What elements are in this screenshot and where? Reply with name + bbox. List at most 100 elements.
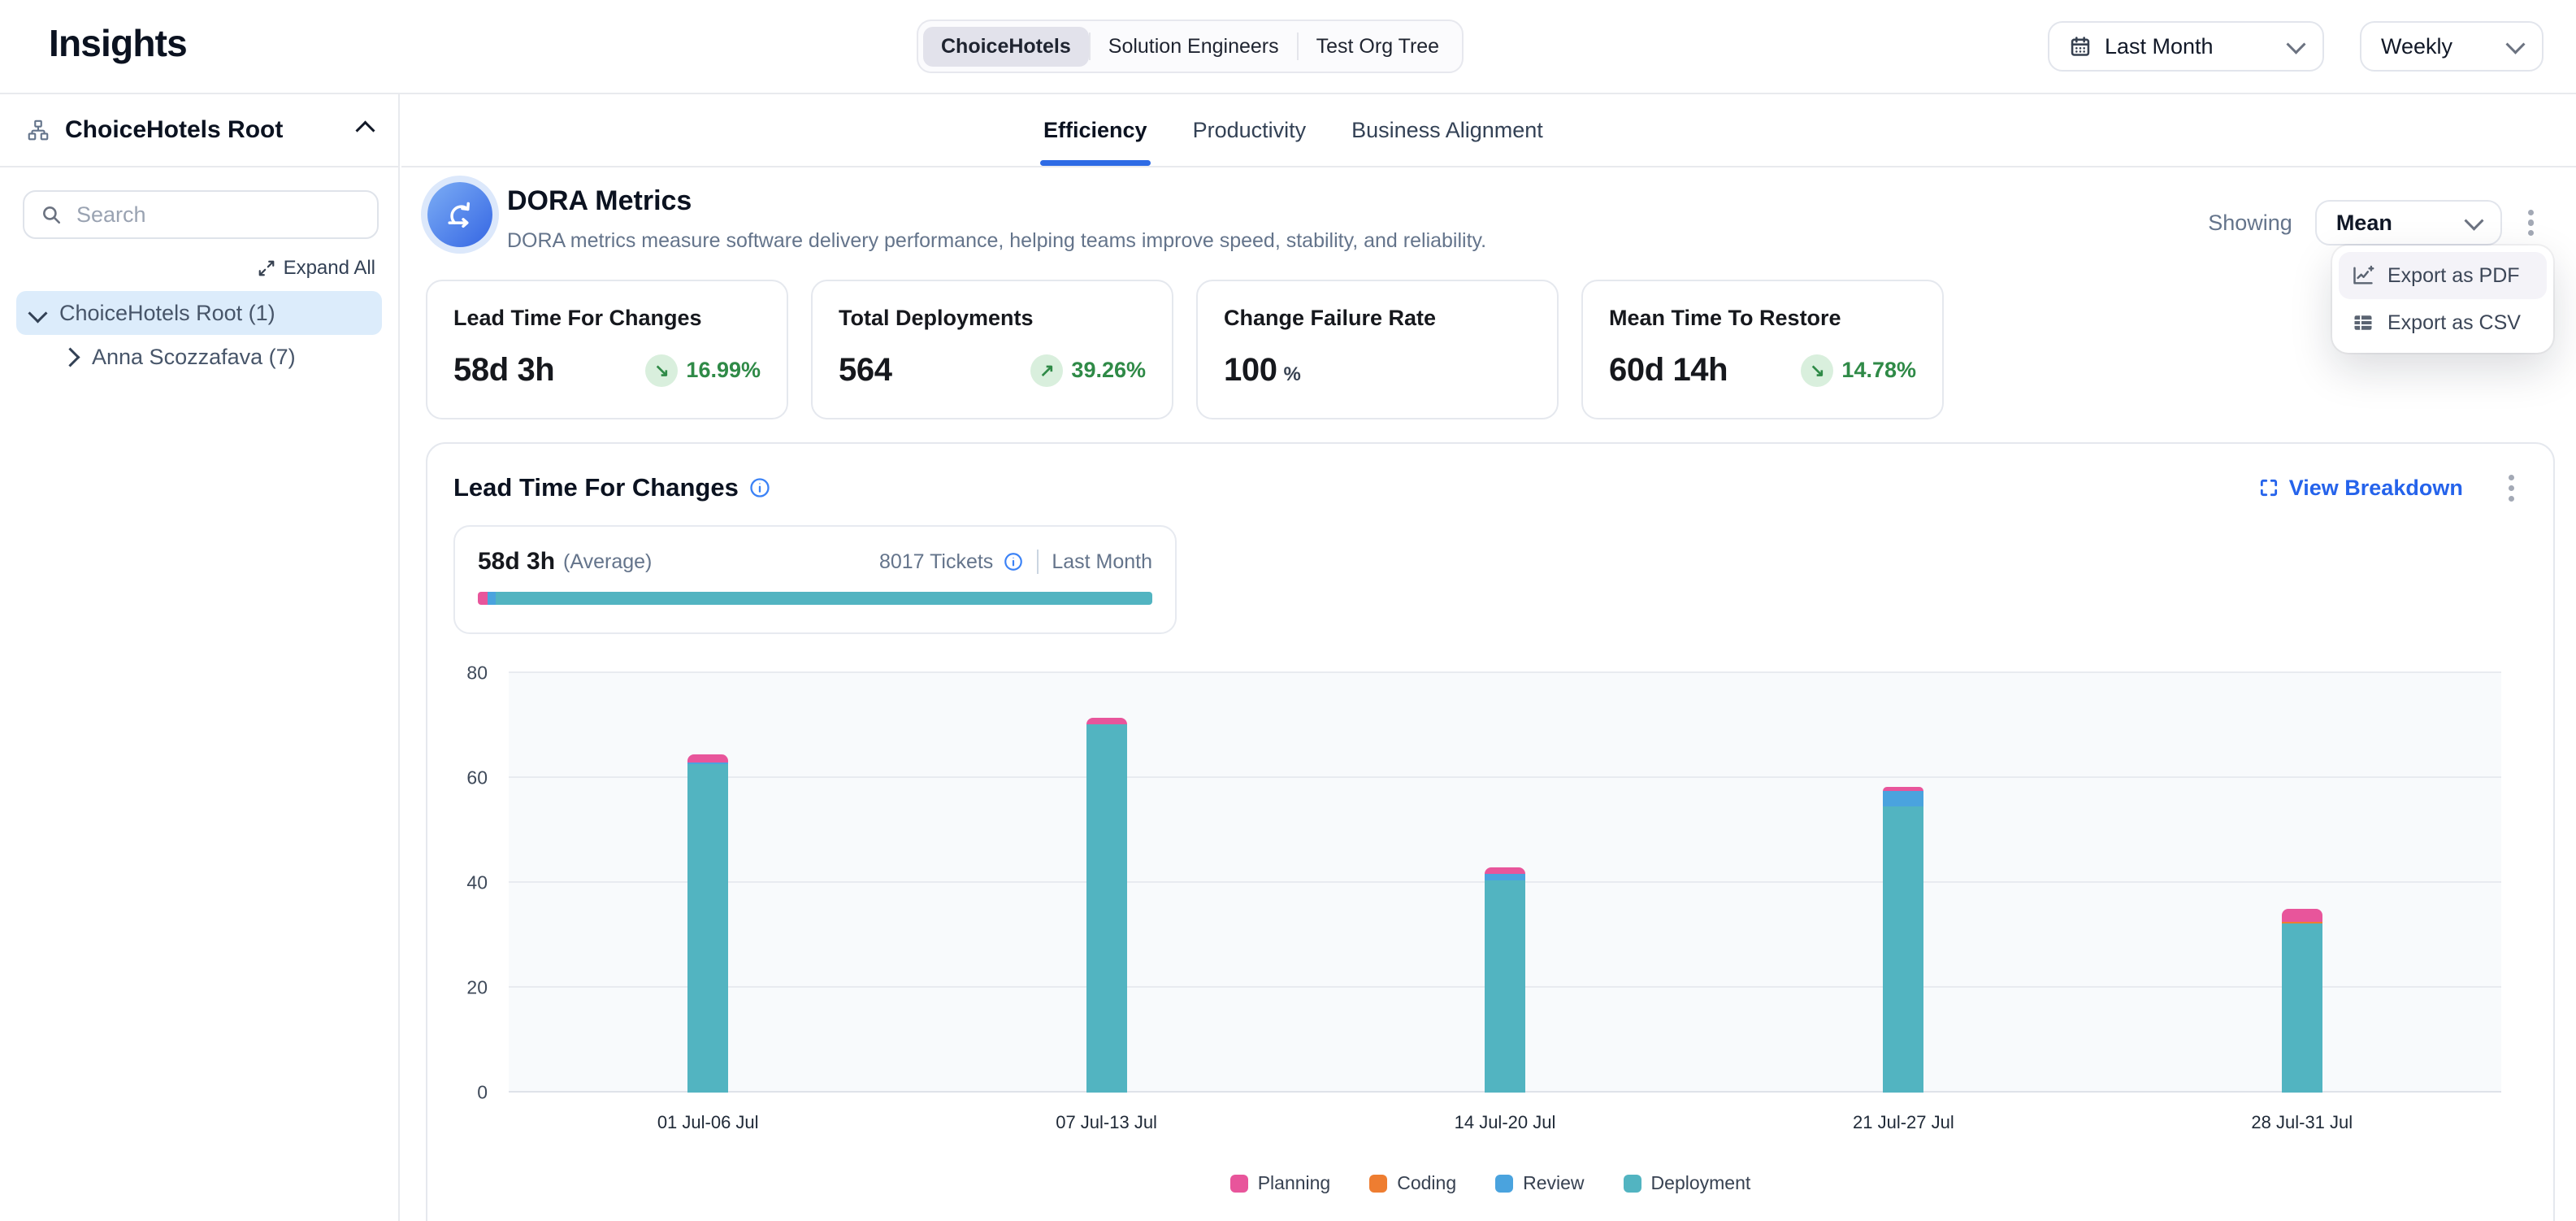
bar-segment-planning[interactable] [2282,909,2322,921]
bar-segment-planning[interactable] [687,754,728,763]
legend-item-coding[interactable]: Coding [1369,1172,1456,1194]
tab-efficiency[interactable]: Efficiency [1043,94,1147,166]
legend-item-planning[interactable]: Planning [1230,1172,1331,1194]
metric-card-value: 564 [839,352,892,389]
legend-label: Coding [1397,1172,1456,1194]
granularity-value: Weekly [2381,34,2496,59]
tab-business-alignment[interactable]: Business Alignment [1351,94,1543,166]
search-input[interactable] [73,201,367,229]
x-axis-label: 28 Jul-31 Jul [2103,1112,2501,1133]
legend-label: Deployment [1651,1172,1751,1194]
stacked-bar-4[interactable] [1883,787,1923,1093]
efficiency-content: DORA Metrics DORA metrics measure softwa… [401,167,2576,1221]
bar-segment-planning[interactable] [1485,867,1525,874]
aggregation-value: Mean [2336,211,2454,236]
metric-card-change-failure-rate: Change Failure Rate 100% [1196,280,1559,419]
metric-card-title: Lead Time For Changes [453,306,761,331]
metric-card-title: Change Failure Rate [1224,306,1531,331]
metric-card-total-deployments: Total Deployments 564 ↗ 39.26% [811,280,1173,419]
trend-badge: ↘ 14.78% [1801,354,1916,387]
chart-card-header: Lead Time For Changes View Breakdown [453,471,2517,505]
chevron-down-icon [2464,211,2483,230]
bar-column: 28 Jul-31 Jul [2103,673,2501,1093]
legend-label: Planning [1258,1172,1331,1194]
trend-up-icon: ↗ [1030,354,1063,387]
bar-segment-deployment[interactable] [1883,806,1923,1093]
metric-card-mean-time-to-restore: Mean Time To Restore 60d 14h ↘ 14.78% [1581,280,1944,419]
metric-card-title: Mean Time To Restore [1609,306,1916,331]
bar-segment-review[interactable] [1485,874,1525,880]
summary-value: 58d 3h [478,548,555,576]
plot-area: 02040608001 Jul-06 Jul07 Jul-13 Jul14 Ju… [509,673,2501,1093]
tree-item-choicehotels-root[interactable]: ChoiceHotels Root (1) [16,291,382,335]
chevron-down-icon [2505,34,2525,54]
export-pdf-menu-item[interactable]: Export as PDF [2339,252,2547,299]
tabs-row: Efficiency Productivity Business Alignme… [401,94,2576,167]
info-icon[interactable] [748,476,771,499]
aggregation-select[interactable]: Mean [2315,200,2502,246]
trend-badge: ↘ 16.99% [645,354,761,387]
summary-bar-segment-deployment [496,592,1152,605]
export-menu: Export as PDF Export as CSV [2332,246,2553,353]
stacked-bar-2[interactable] [1086,718,1127,1093]
divider [1037,550,1039,574]
sidebar-search[interactable] [23,190,379,239]
tab-productivity[interactable]: Productivity [1193,94,1307,166]
summary-tickets: 8017 Tickets [879,550,993,574]
x-axis-label: 21 Jul-27 Jul [1704,1112,2102,1133]
granularity-select[interactable]: Weekly [2360,21,2543,72]
chart-line-plus-icon [2352,264,2374,287]
calendar-icon [2069,35,2092,58]
stacked-bar-3[interactable] [1485,867,1525,1093]
view-breakdown-button[interactable]: View Breakdown [2258,476,2463,501]
date-range-select[interactable]: Last Month [2048,21,2324,72]
bar-segment-deployment[interactable] [1086,724,1127,1093]
expand-corners-icon [2258,477,2279,498]
org-tab-choicehotels[interactable]: ChoiceHotels [923,27,1089,67]
tree-item-anna-scozzafava[interactable]: Anna Scozzafava (7) [16,335,382,379]
bar-segment-deployment[interactable] [687,764,728,1093]
stacked-bar-1[interactable] [687,754,728,1093]
tabs: Efficiency Productivity Business Alignme… [1043,94,1543,166]
metric-card-value: 60d 14h [1609,352,1728,389]
bar-segment-planning[interactable] [1086,718,1127,724]
info-icon[interactable] [1003,551,1024,572]
metric-card-unit: % [1284,363,1301,385]
bar-segment-review[interactable] [1883,791,1923,806]
dora-kebab-menu-button[interactable] [2525,206,2537,240]
legend-item-review[interactable]: Review [1495,1172,1584,1194]
sidebar-root-label: ChoiceHotels Root [65,116,283,144]
legend-item-deployment[interactable]: Deployment [1624,1172,1751,1194]
dora-metrics-icon [427,182,492,247]
org-tree: ChoiceHotels Root (1) Anna Scozzafava (7… [0,291,398,379]
chart-title: Lead Time For Changes [453,473,739,502]
stacked-bar-5[interactable] [2282,909,2322,1093]
org-tab-solution-engineers[interactable]: Solution Engineers [1091,27,1297,67]
bar-segment-deployment[interactable] [1485,880,1525,1093]
bar-segment-deployment[interactable] [2282,923,2322,1093]
sidebar-header[interactable]: ChoiceHotels Root [0,94,398,167]
export-pdf-label: Export as PDF [2387,264,2520,288]
org-sidebar: ChoiceHotels Root Expand All ChoiceHotel… [0,94,400,1221]
chevron-up-icon[interactable] [355,120,375,140]
search-icon [41,204,62,225]
chart-kebab-menu-button[interactable] [2505,471,2517,505]
export-csv-menu-item[interactable]: Export as CSV [2339,299,2547,346]
view-breakdown-label: View Breakdown [2289,476,2463,501]
expand-all-button[interactable]: Expand All [23,257,375,280]
org-tab-test-org-tree[interactable]: Test Org Tree [1299,27,1457,67]
summary-bar-segment-review [488,592,497,605]
y-axis-tick: 80 [466,663,488,684]
chevron-down-icon[interactable] [28,303,47,323]
y-axis-tick: 20 [466,977,488,999]
y-axis-tick: 40 [466,872,488,894]
x-axis-label: 07 Jul-13 Jul [907,1112,1305,1133]
date-range-value: Last Month [2105,34,2276,59]
export-csv-label: Export as CSV [2387,311,2521,335]
lead-time-chart-card: Lead Time For Changes View Breakdown [426,442,2555,1221]
expand-icon [258,259,275,277]
metric-card-value: 58d 3h [453,352,554,389]
legend-swatch-icon [1624,1175,1641,1193]
dora-metrics-title: DORA Metrics [507,185,692,217]
chevron-right-icon[interactable] [60,347,80,367]
